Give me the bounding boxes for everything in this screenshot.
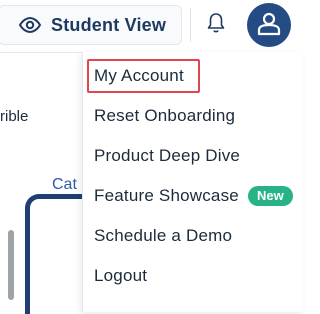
account-avatar-button[interactable] bbox=[247, 3, 291, 47]
student-view-button[interactable]: Student View bbox=[0, 5, 182, 45]
menu-item-logout[interactable]: Logout bbox=[83, 258, 298, 294]
top-bar: Student View bbox=[0, 0, 297, 53]
menu-item-schedule-demo[interactable]: Schedule a Demo bbox=[83, 218, 298, 254]
user-avatar-icon bbox=[256, 10, 282, 41]
menu-item-label: My Account bbox=[94, 66, 184, 85]
background-scrollbar[interactable] bbox=[8, 230, 14, 300]
bell-icon bbox=[206, 12, 226, 39]
menu-item-label: Logout bbox=[94, 266, 148, 285]
menu-item-feature-showcase[interactable]: Feature Showcase New bbox=[83, 178, 298, 214]
menu-item-product-deep-dive[interactable]: Product Deep Dive bbox=[83, 138, 298, 174]
menu-item-label: Schedule a Demo bbox=[94, 226, 233, 245]
eye-icon bbox=[18, 16, 42, 34]
header-divider bbox=[190, 8, 191, 42]
background-tab-label: Cat bbox=[52, 176, 77, 193]
menu-item-my-account[interactable]: My Account bbox=[87, 59, 200, 93]
new-badge: New bbox=[247, 186, 293, 206]
account-dropdown-menu: My Account Reset Onboarding Product Deep… bbox=[82, 52, 303, 312]
menu-item-label: Reset Onboarding bbox=[94, 106, 236, 125]
background-partial-text: rible bbox=[0, 108, 29, 125]
student-view-label: Student View bbox=[51, 14, 167, 35]
menu-item-label: Feature Showcase bbox=[94, 186, 239, 205]
notifications-button[interactable] bbox=[202, 11, 230, 39]
menu-item-reset-onboarding[interactable]: Reset Onboarding bbox=[83, 98, 298, 134]
menu-item-label: Product Deep Dive bbox=[94, 146, 241, 165]
